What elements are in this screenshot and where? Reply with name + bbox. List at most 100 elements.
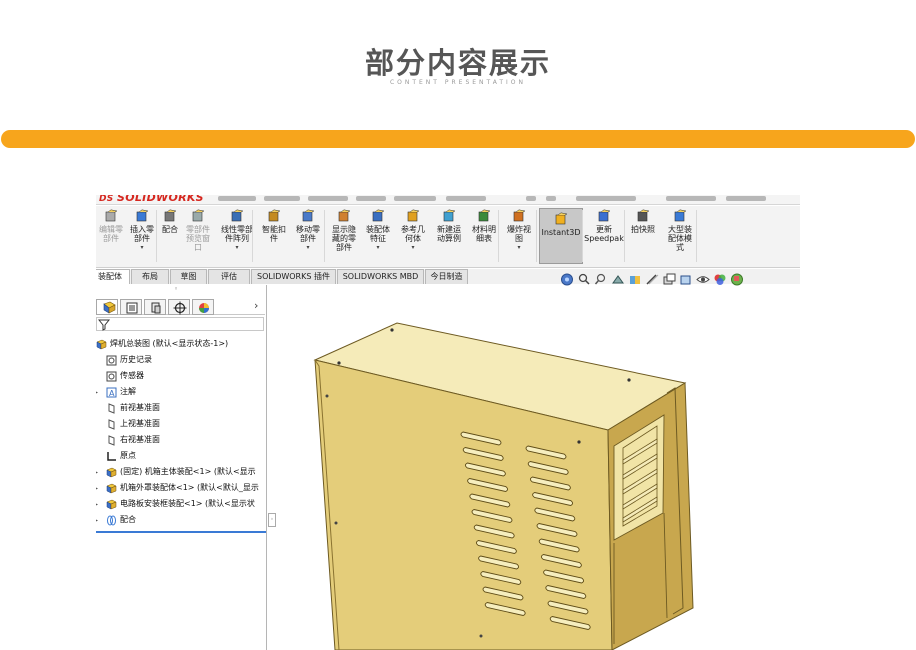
exploded-view-button[interactable]: 爆炸视图 ▾ bbox=[503, 209, 535, 252]
panel-expand-arrow-icon[interactable]: › bbox=[254, 299, 258, 312]
expand-arrow-icon[interactable]: ▸ bbox=[96, 465, 98, 481]
heads-up-view-toolbar bbox=[560, 271, 744, 286]
zoom-area-icon[interactable] bbox=[594, 271, 608, 285]
tree-node[interactable]: 传感器 bbox=[96, 368, 266, 384]
tree-node[interactable]: ▸ (固定) 机箱主体装配<1> (默认<显示 bbox=[96, 464, 266, 480]
assembly-icon bbox=[96, 339, 107, 350]
toolbar-icon[interactable] bbox=[526, 196, 536, 201]
ribbon-label-line: 部件 bbox=[336, 243, 352, 252]
panel-collapse-handle[interactable]: ◦ bbox=[174, 285, 178, 293]
linear-pattern-button[interactable]: 线性零部 件阵列 ▾ bbox=[218, 209, 256, 252]
instant3d-button[interactable]: Instant3D bbox=[539, 208, 583, 264]
new-motion-study-button[interactable]: 新建运 动算例 bbox=[433, 209, 465, 243]
ribbon-separator bbox=[536, 210, 537, 262]
tree-node[interactable]: ▸ A 注解 bbox=[96, 384, 266, 400]
tab-6[interactable]: 今日制造 bbox=[425, 269, 468, 284]
dropdown-arrow-icon[interactable]: ▾ bbox=[306, 243, 309, 252]
large-assembly-button[interactable]: 大型装 配体模式 bbox=[662, 209, 698, 252]
mate-button[interactable]: 配合 bbox=[158, 209, 182, 234]
hide-show-icon[interactable] bbox=[696, 271, 710, 284]
tree-node[interactable]: 前视基准面 bbox=[96, 400, 266, 416]
feature-manager-tab[interactable] bbox=[96, 299, 118, 315]
tree-node-label: 前视基准面 bbox=[120, 403, 160, 412]
menu-item[interactable] bbox=[356, 196, 386, 201]
page-title: 部分内容展示 bbox=[364, 46, 551, 80]
tree-node[interactable]: 右视基准面 bbox=[96, 432, 266, 448]
ribbon-label-line: 细表 bbox=[476, 234, 492, 243]
tree-node[interactable]: ▸ 机箱外罩装配体<1> (默认<默认_显示 bbox=[96, 480, 266, 496]
feature-tree: 焊机总装图 (默认<显示状态-1>) 历史记录 传感器 ▸ A 注解前视基准面上视基准面右… bbox=[96, 336, 266, 528]
update-speedpak-button[interactable]: 更新 Speedpak bbox=[584, 209, 624, 243]
component-preview-button[interactable]: 零部件 预览窗口 bbox=[183, 209, 213, 252]
smart-fasteners-button[interactable]: 智能扣件 bbox=[259, 209, 289, 243]
tree-node[interactable]: ▸ 电路板安装框装配<1> (默认<显示状 bbox=[96, 496, 266, 512]
appearance-icon[interactable] bbox=[713, 271, 727, 285]
tree-node[interactable]: 上视基准面 bbox=[96, 416, 266, 432]
mates-icon bbox=[106, 515, 117, 526]
expand-arrow-icon[interactable]: ▸ bbox=[96, 481, 98, 497]
toolbar-icon[interactable] bbox=[576, 196, 636, 201]
menu-item[interactable] bbox=[218, 196, 256, 201]
expand-arrow-icon[interactable]: ▸ bbox=[96, 385, 98, 401]
menu-item[interactable] bbox=[446, 196, 486, 201]
ribbon-separator bbox=[324, 210, 325, 262]
tree-node[interactable]: 历史记录 bbox=[96, 352, 266, 368]
move-component-button[interactable]: 移动零 部件 ▾ bbox=[291, 209, 325, 252]
zoom-to-fit-icon[interactable] bbox=[577, 271, 591, 285]
display-style-icon[interactable] bbox=[679, 271, 693, 285]
dropdown-arrow-icon[interactable]: ▾ bbox=[235, 243, 238, 252]
toolbar-icon[interactable] bbox=[666, 196, 716, 201]
dropdown-arrow-icon[interactable]: ▾ bbox=[376, 243, 379, 252]
ribbon-separator bbox=[624, 210, 625, 262]
ribbon-label-line: 式 bbox=[676, 243, 684, 252]
ribbon-label-line: 智能扣 bbox=[262, 225, 286, 234]
plane-icon bbox=[106, 419, 117, 430]
menu-item[interactable] bbox=[394, 196, 436, 201]
display-manager-tab[interactable] bbox=[192, 299, 214, 315]
origin-icon bbox=[106, 451, 117, 462]
view-setting-icon[interactable] bbox=[662, 271, 676, 285]
dynamic-annotation-icon[interactable] bbox=[645, 271, 659, 285]
tab-1[interactable]: 布局 bbox=[131, 269, 169, 284]
menu-item[interactable] bbox=[308, 196, 348, 201]
snapshot-button[interactable]: 拍快照 bbox=[628, 209, 658, 234]
tab-5[interactable]: SOLIDWORKS MBD bbox=[337, 269, 424, 284]
toolbar-icon[interactable] bbox=[726, 196, 766, 201]
feature-filter-bar[interactable] bbox=[96, 317, 264, 331]
subassembly-icon bbox=[106, 467, 117, 478]
toolbar-icon[interactable] bbox=[546, 196, 556, 201]
dropdown-arrow-icon[interactable]: ▾ bbox=[411, 243, 414, 252]
bill-of-materials-button[interactable]: 材料明 细表 bbox=[468, 209, 500, 243]
dropdown-arrow-icon[interactable]: ▾ bbox=[140, 243, 143, 252]
reference-geometry-button[interactable]: 参考几 何体 ▾ bbox=[396, 209, 430, 252]
tab-0[interactable]: 装配体 bbox=[96, 269, 130, 284]
welder-cabinet-model[interactable] bbox=[311, 318, 701, 650]
filter-icon[interactable] bbox=[98, 319, 112, 331]
panel-flyout-handle[interactable]: ◦ bbox=[268, 513, 276, 527]
ribbon-separator bbox=[156, 210, 157, 262]
dimxpert-manager-tab[interactable] bbox=[168, 299, 190, 315]
configuration-manager-tab[interactable] bbox=[144, 299, 166, 315]
show-hidden-button[interactable]: 显示隐 藏的零 部件 bbox=[328, 209, 360, 252]
insert-component-button[interactable]: 插入零 部件 ▾ bbox=[127, 209, 157, 252]
dropdown-arrow-icon[interactable]: ▾ bbox=[517, 243, 520, 252]
tree-node[interactable]: ▸ 配合 bbox=[96, 512, 266, 528]
expand-arrow-icon[interactable]: ▸ bbox=[96, 513, 98, 529]
edit-component-button[interactable]: 编辑零 部件 bbox=[96, 209, 126, 243]
property-manager-tab[interactable] bbox=[120, 299, 142, 315]
previous-view-icon[interactable] bbox=[611, 271, 625, 284]
tab-4[interactable]: SOLIDWORKS 插件 bbox=[251, 269, 336, 284]
section-view-icon[interactable] bbox=[628, 271, 642, 284]
scene-icon[interactable] bbox=[730, 271, 744, 286]
command-ribbon: 编辑零 部件 插入零 部件 ▾ 配合 零部件 预览窗口线性零部 件阵列 ▾ 智能扣件移动零 部件 ▾ 显示… bbox=[96, 206, 800, 268]
assembly-features-button[interactable]: 装配体 特征 ▾ bbox=[362, 209, 394, 252]
tab-2[interactable]: 草图 bbox=[170, 269, 207, 284]
expand-arrow-icon[interactable]: ▸ bbox=[96, 497, 98, 513]
tree-node[interactable]: 焊机总装图 (默认<显示状态-1>) bbox=[96, 336, 266, 352]
view-orientation-icon[interactable] bbox=[560, 271, 574, 286]
menu-item[interactable] bbox=[264, 196, 300, 201]
tab-3[interactable]: 评估 bbox=[208, 269, 250, 284]
plane-icon bbox=[106, 403, 117, 414]
tree-node[interactable]: 原点 bbox=[96, 448, 266, 464]
large-assembly-icon bbox=[673, 209, 687, 223]
